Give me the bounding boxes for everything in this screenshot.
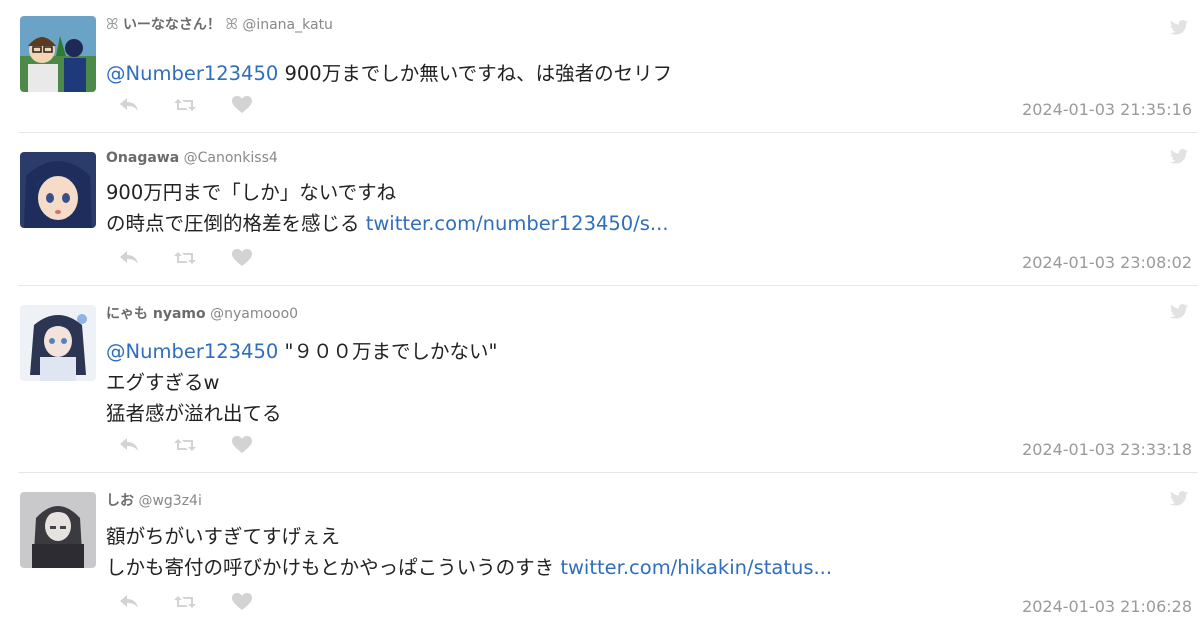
mention-link[interactable]: @Number123450 [106,340,278,363]
reply-icon[interactable] [118,593,140,615]
handle[interactable]: @wg3z4i [138,493,201,509]
heart-icon[interactable] [232,436,252,458]
tweet-line: の時点で圧倒的格差を感じる [106,212,366,235]
avatar[interactable] [20,16,96,92]
avatar[interactable] [20,152,96,228]
display-name[interactable]: Onagawa [106,150,179,166]
handle[interactable]: @Canonkiss4 [184,150,278,166]
retweet-icon[interactable] [174,436,196,458]
tweet-line: 猛者感が溢れ出てる [106,402,282,425]
timestamp[interactable]: 2024-01-03 23:33:18 [1022,440,1192,459]
handle[interactable]: @inana_katu [242,17,333,33]
twitter-bird-icon[interactable] [1170,149,1188,168]
tweet-line: 900万円まで「しか」ないですね [106,181,397,204]
tweet-item: Onagawa @Canonkiss4 900万円まで「しか」ないですね の時点… [0,133,1200,286]
tweet-line: 900万までしか無いですね、は強者のセリフ [278,62,673,85]
tweet-header: しお @wg3z4i [106,490,202,510]
ornament-glyph: ꕤ [225,15,238,33]
retweet-icon[interactable] [174,249,196,271]
twitter-bird-icon[interactable] [1170,491,1188,510]
heart-icon[interactable] [232,96,252,118]
tweet-item: ꕤ いーななさん！ ꕤ @inana_katu @Number123450 90… [0,0,1200,133]
reply-icon[interactable] [118,249,140,271]
tweet-header: Onagawa @Canonkiss4 [106,150,278,166]
avatar[interactable] [20,305,96,381]
display-name[interactable]: いーななさん！ [123,17,221,33]
ornament-glyph: ꕤ [106,15,119,33]
tweet-item: しお @wg3z4i 額がちがいすぎてすげぇえ しかも寄付の呼びかけもとかやっぱ… [0,473,1200,628]
tweet-line: "９００万までしかない" [278,340,498,363]
avatar[interactable] [20,492,96,568]
retweet-icon[interactable] [174,96,196,118]
tweet-text: 額がちがいすぎてすげぇえ しかも寄付の呼びかけもとかやっぱこういうのすき twi… [106,521,832,583]
display-name[interactable]: しお [106,493,134,509]
tweet-text: 900万円まで「しか」ないですね の時点で圧倒的格差を感じる twitter.c… [106,177,669,239]
handle[interactable]: @nyamooo0 [210,306,298,322]
display-name[interactable]: にゃも nyamo [106,306,206,322]
tweet-line: エグすぎるw [106,371,220,394]
twitter-bird-icon[interactable] [1170,304,1188,323]
twitter-bird-icon[interactable] [1170,20,1188,39]
timestamp[interactable]: 2024-01-03 23:08:02 [1022,253,1192,272]
tweet-item: にゃも nyamo @nyamooo0 @Number123450 "９００万ま… [0,286,1200,473]
tweet-line: しかも寄付の呼びかけもとかやっぱこういうのすき [106,556,561,579]
tweet-text: @Number123450 900万までしか無いですね、は強者のセリフ [106,58,672,89]
heart-icon[interactable] [232,593,252,615]
tweet-link[interactable]: twitter.com/hikakin/status... [560,556,832,579]
tweet-header: ꕤ いーななさん！ ꕤ @inana_katu [106,14,333,34]
heart-icon[interactable] [232,249,252,271]
timestamp[interactable]: 2024-01-03 21:06:28 [1022,597,1192,616]
tweet-line: 額がちがいすぎてすげぇえ [106,525,341,548]
timestamp[interactable]: 2024-01-03 21:35:16 [1022,100,1192,119]
mention-link[interactable]: @Number123450 [106,62,278,85]
reply-icon[interactable] [118,96,140,118]
tweet-header: にゃも nyamo @nyamooo0 [106,303,298,323]
reply-icon[interactable] [118,436,140,458]
retweet-icon[interactable] [174,593,196,615]
tweet-text: @Number123450 "９００万までしかない" エグすぎるw 猛者感が溢れ… [106,336,497,429]
tweet-link[interactable]: twitter.com/number123450/s... [366,212,669,235]
